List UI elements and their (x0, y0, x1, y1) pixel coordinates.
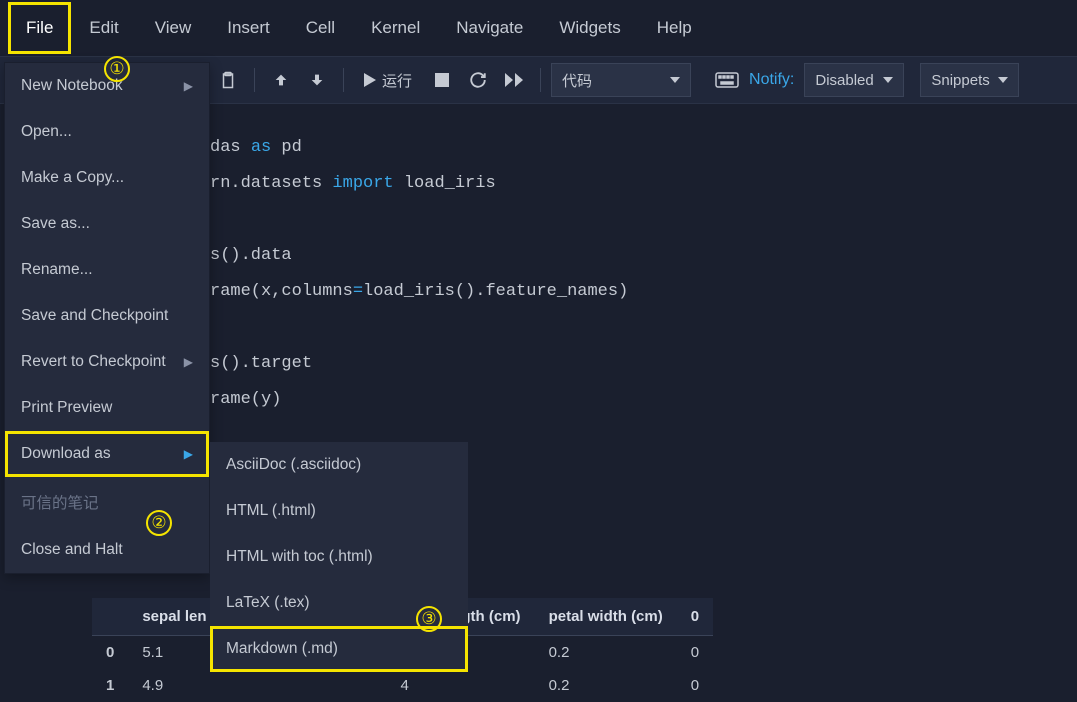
notify-value: Disabled (815, 72, 873, 89)
code-line: das as pd (210, 130, 628, 166)
menu-insert[interactable]: Insert (209, 2, 288, 54)
submenu-item-label: Markdown (.md) (226, 640, 338, 657)
menu-rename[interactable]: Rename... (5, 247, 209, 293)
table-header: sepal len (128, 598, 220, 636)
menu-navigate[interactable]: Navigate (438, 2, 541, 54)
keyboard-icon[interactable] (715, 72, 739, 88)
notify-group: Notify: Disabled (715, 63, 904, 97)
menu-item-label: Close and Halt (21, 541, 123, 559)
notify-dropdown[interactable]: Disabled (804, 63, 904, 97)
file-menu: New Notebook ▶ Open... Make a Copy... Sa… (4, 62, 210, 574)
code-line: s().target (210, 346, 628, 382)
menu-cell[interactable]: Cell (288, 2, 353, 54)
download-as-submenu: AsciiDoc (.asciidoc) HTML (.html) HTML w… (210, 442, 468, 672)
table-cell: 4.9 (128, 669, 220, 702)
chevron-down-icon (883, 77, 893, 83)
menu-item-label: Open... (21, 123, 72, 141)
menu-help[interactable]: Help (639, 2, 710, 54)
menu-revert-checkpoint[interactable]: Revert to Checkpoint ▶ (5, 339, 209, 385)
toolbar-separator (343, 68, 344, 92)
celltype-value: 代码 (562, 70, 592, 91)
table-cell: 1 (92, 669, 128, 702)
menu-save-as[interactable]: Save as... (5, 201, 209, 247)
menu-file[interactable]: File (8, 2, 71, 54)
menu-widgets[interactable]: Widgets (541, 2, 638, 54)
download-html-toc[interactable]: HTML with toc (.html) (210, 534, 468, 580)
table-row: 1 4.9 4 0.2 0 (92, 669, 713, 702)
stop-button[interactable] (426, 64, 458, 96)
menu-item-label: Download as (21, 445, 111, 463)
menu-print-preview[interactable]: Print Preview (5, 385, 209, 431)
submenu-item-label: HTML (.html) (226, 502, 316, 519)
submenu-item-label: LaTeX (.tex) (226, 594, 310, 611)
chevron-down-icon (670, 77, 680, 83)
table-cell: 5.1 (128, 636, 220, 670)
move-down-button[interactable] (301, 64, 333, 96)
menu-item-label: Rename... (21, 261, 93, 279)
annotation-3: ③ (416, 604, 442, 632)
annotation-2: ② (146, 508, 172, 536)
table-header: petal width (cm) (535, 598, 677, 636)
download-markdown[interactable]: Markdown (.md) (210, 626, 468, 672)
submenu-item-label: HTML with toc (.html) (226, 548, 373, 565)
annotation-1: ① (104, 54, 130, 82)
celltype-dropdown[interactable]: 代码 (551, 63, 691, 97)
table-cell: 0 (677, 669, 713, 702)
menu-view[interactable]: View (137, 2, 210, 54)
download-asciidoc[interactable]: AsciiDoc (.asciidoc) (210, 442, 468, 488)
menu-download-as[interactable]: Download as ▶ (5, 431, 209, 477)
menu-item-label: Save as... (21, 215, 90, 233)
play-icon (364, 73, 376, 87)
table-cell: 0 (677, 636, 713, 670)
code-line: rame(x,columns=load_iris().feature_names… (210, 274, 628, 310)
toolbar-separator (254, 68, 255, 92)
table-cell: 0.2 (535, 636, 677, 670)
run-button[interactable]: 运行 (354, 64, 422, 96)
chevron-down-icon (998, 77, 1008, 83)
table-cell: 0.2 (535, 669, 677, 702)
table-header (92, 598, 128, 636)
code-line: s().data (210, 238, 628, 274)
menu-item-label: Make a Copy... (21, 169, 124, 187)
snippets-label: Snippets (931, 72, 989, 89)
restart-button[interactable] (462, 64, 494, 96)
menu-make-copy[interactable]: Make a Copy... (5, 155, 209, 201)
menu-open[interactable]: Open... (5, 109, 209, 155)
download-html[interactable]: HTML (.html) (210, 488, 468, 534)
code-line: rn.datasets import load_iris (210, 166, 628, 202)
submenu-arrow-icon: ▶ (184, 355, 193, 369)
code-cell: das as pd rn.datasets import load_iris s… (210, 130, 628, 418)
menu-item-label: Save and Checkpoint (21, 307, 168, 325)
code-line (210, 202, 628, 238)
menu-close-halt[interactable]: Close and Halt (5, 527, 209, 573)
run-label: 运行 (382, 70, 412, 91)
submenu-arrow-icon: ▶ (184, 447, 193, 461)
menu-trusted-notebook: 可信的笔记 (5, 477, 209, 527)
snippets-dropdown[interactable]: Snippets (920, 63, 1018, 97)
fast-forward-button[interactable] (498, 64, 530, 96)
menu-kernel[interactable]: Kernel (353, 2, 438, 54)
menu-item-label: 可信的笔记 (21, 491, 99, 513)
menubar: File Edit View Insert Cell Kernel Naviga… (0, 0, 1077, 56)
paste-button[interactable] (212, 64, 244, 96)
menu-edit[interactable]: Edit (71, 2, 136, 54)
toolbar-separator (540, 68, 541, 92)
code-line (210, 310, 628, 346)
code-line: rame(y) (210, 382, 628, 418)
notify-label: Notify: (749, 71, 794, 89)
menu-item-label: Print Preview (21, 399, 112, 417)
table-cell: 4 (221, 669, 535, 702)
menu-save-checkpoint[interactable]: Save and Checkpoint (5, 293, 209, 339)
table-cell: 0 (92, 636, 128, 670)
submenu-arrow-icon: ▶ (184, 79, 193, 93)
table-header: 0 (677, 598, 713, 636)
move-up-button[interactable] (265, 64, 297, 96)
submenu-item-label: AsciiDoc (.asciidoc) (226, 456, 361, 473)
menu-item-label: Revert to Checkpoint (21, 353, 166, 371)
